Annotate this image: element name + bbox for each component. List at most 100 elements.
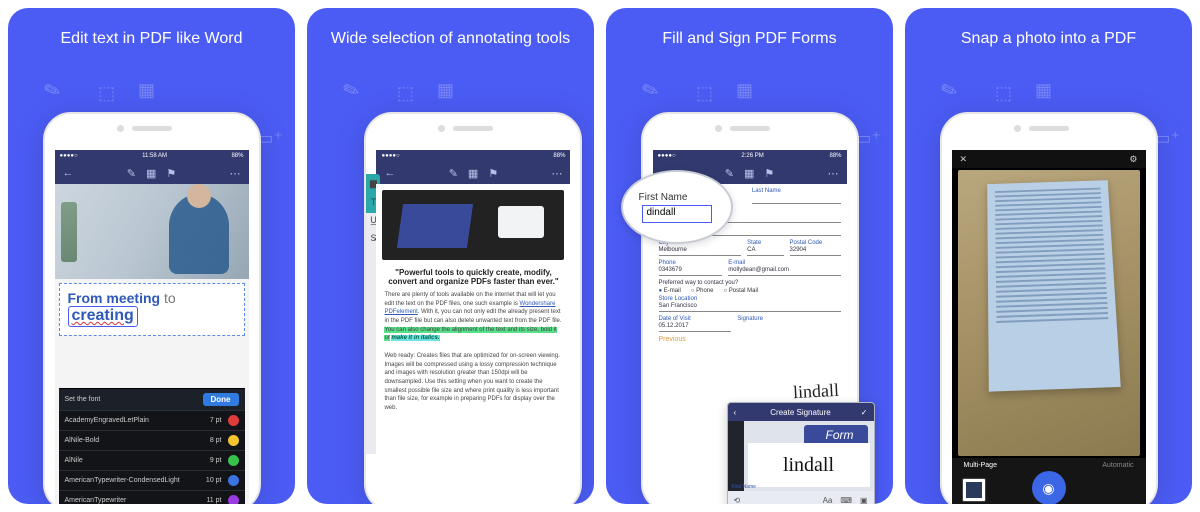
bookmark-icon[interactable]: ⚑ xyxy=(764,167,774,180)
text-style-icon[interactable]: T xyxy=(371,197,377,207)
grid-icon[interactable]: ▦ xyxy=(146,167,156,180)
bookmark-icon[interactable]: ⚑ xyxy=(488,167,498,180)
text-edit-box[interactable]: From meeting to creating xyxy=(59,283,245,336)
date-input[interactable]: 05.12.2017 xyxy=(659,323,732,332)
more-icon[interactable]: ⋯ xyxy=(828,167,839,180)
back-icon[interactable]: ← xyxy=(63,167,74,179)
font-color-swatch[interactable] xyxy=(228,475,239,486)
font-row[interactable]: AlNile-Bold8 pt xyxy=(59,430,245,450)
font-name: AmericanTypewriter-CondensedLight xyxy=(65,477,200,484)
sig-panel-title: Create Signature xyxy=(770,408,830,417)
state-input[interactable]: CA xyxy=(747,247,783,256)
bg-bookmark-icon: ⬚ xyxy=(98,83,115,104)
annotation-toolbar[interactable]: ◎ T ▭ ✎ ✏ ⌫ ✦ 🖌 ⎋ ▆ T U̲ S̶ xyxy=(364,174,366,454)
image-icon[interactable]: ▣ xyxy=(860,496,868,505)
done-button[interactable]: Done xyxy=(203,393,239,406)
bg-pen-icon: ✎ xyxy=(638,76,662,105)
first-name-label: First Name xyxy=(639,192,688,203)
edit-text-cursor[interactable]: creating xyxy=(68,306,138,327)
pref-contact-radios[interactable]: E-mail Phone Postal Mail xyxy=(659,288,841,294)
font-size: 9 pt xyxy=(210,457,222,464)
flash-off-icon[interactable]: ✕ xyxy=(960,154,968,165)
first-name-input[interactable]: dindall xyxy=(642,205,712,223)
sig-label: Signature xyxy=(737,316,840,322)
font-row[interactable]: AmericanTypewriter11 pt xyxy=(59,490,245,504)
more-icon[interactable]: ⋯ xyxy=(551,167,562,180)
phone-mockup: ●●●●○ 11:58 AM 88% ← ✎ ▦ ⚑ ⋯ From mee xyxy=(43,112,261,504)
font-color-swatch[interactable] xyxy=(228,455,239,466)
mode-multipage[interactable]: Multi-Page xyxy=(964,462,997,469)
signature-canvas[interactable]: lindall xyxy=(748,443,870,487)
undo-icon[interactable]: ⟲ xyxy=(734,496,741,505)
carrier-dots: ●●●●○ xyxy=(381,153,399,159)
font-panel-title: Set the font xyxy=(65,396,101,403)
bg-grid-icon: ▦ xyxy=(437,80,454,101)
date-label: Date of Visit xyxy=(659,316,732,322)
font-name: AcademyEngravedLetPlain xyxy=(65,417,204,424)
create-signature-panel: ‹ Create Signature ✓ Form lindall First … xyxy=(727,402,875,504)
keyboard-icon[interactable]: ⌨ xyxy=(840,496,852,505)
font-row[interactable]: AcademyEngravedLetPlain7 pt xyxy=(59,410,245,430)
phone-input[interactable]: 0343679 xyxy=(659,267,723,276)
camera-settings-icon[interactable]: ⚙ xyxy=(1129,154,1137,165)
highlight-cyan[interactable]: make it in italics. xyxy=(391,335,439,341)
bg-bookmark-icon: ⬚ xyxy=(397,83,414,104)
edit-text-prefix: From meeting xyxy=(68,290,161,306)
bg-pen-icon: ✎ xyxy=(937,76,961,105)
bg-bookmark-icon: ⬚ xyxy=(696,83,713,104)
pen-icon[interactable]: ✎ xyxy=(725,167,734,180)
status-time: 2:26 PM xyxy=(741,153,763,159)
sig-back-icon[interactable]: ‹ xyxy=(734,408,737,417)
camera-viewfinder[interactable] xyxy=(958,170,1140,456)
app-toolbar: ← ✎ ▦ ⚑ ⋯ xyxy=(376,162,570,184)
radio-phone[interactable]: Phone xyxy=(691,288,714,294)
promo-card-4: ✎ ⬚ ▦ ▭⁺ Snap a photo into a PDF ✕ ⚙ Mul… xyxy=(905,8,1192,504)
camera-icon: ◉ xyxy=(1042,480,1054,497)
pen-icon[interactable]: ✎ xyxy=(127,167,136,180)
sig-bottom-bar: ⟲ Aa ⌨ ▣ xyxy=(728,491,874,504)
city-input[interactable]: Melbourne xyxy=(659,247,742,256)
grid-icon[interactable]: ▦ xyxy=(468,167,478,180)
pref-contact-label: Preferred way to contact you? xyxy=(659,280,841,286)
bookmark-icon[interactable]: ⚑ xyxy=(166,167,176,180)
font-color-swatch[interactable] xyxy=(228,415,239,426)
sig-confirm-icon[interactable]: ✓ xyxy=(861,408,868,417)
shutter-button[interactable]: ◉ xyxy=(1032,471,1066,504)
status-battery: 88% xyxy=(829,153,841,159)
bg-grid-icon: ▦ xyxy=(736,80,753,101)
signature-image: lindall xyxy=(792,380,839,403)
font-name: AmericanTypewriter xyxy=(65,497,201,504)
phone-label: Phone xyxy=(659,260,723,266)
font-row[interactable]: AmericanTypewriter-CondensedLight 10 pt xyxy=(59,470,245,490)
radio-email[interactable]: E-mail xyxy=(659,288,681,294)
sig-side-toolbar[interactable] xyxy=(728,421,744,491)
email-label: E-mail xyxy=(728,260,840,266)
radio-postal[interactable]: Postal Mail xyxy=(723,288,758,294)
store-label: Store Location xyxy=(659,296,841,302)
font-row[interactable]: AlNile9 pt xyxy=(59,450,245,470)
card-title: Wide selection of annotating tools xyxy=(321,30,580,48)
document-screen: "Powerful tools to quickly create, modif… xyxy=(376,184,570,504)
font-color-swatch[interactable] xyxy=(228,435,239,446)
font-size: 10 pt xyxy=(206,477,222,484)
carrier-dots: ●●●●○ xyxy=(60,153,78,159)
mode-automatic[interactable]: Automatic xyxy=(1102,462,1133,469)
postal-input[interactable]: 32904 xyxy=(790,247,841,256)
font-color-swatch[interactable] xyxy=(228,495,239,504)
doc-body[interactable]: There are plenty of tools available on t… xyxy=(376,288,570,416)
store-input[interactable]: San Francisco xyxy=(659,303,841,312)
style-icon[interactable]: Aa xyxy=(823,496,833,505)
last-name-input[interactable] xyxy=(752,195,841,204)
grid-icon[interactable]: ▦ xyxy=(744,167,754,180)
sig-firstname-hint: First Name xyxy=(732,484,756,490)
last-capture-thumbnail[interactable] xyxy=(962,478,986,502)
email-input[interactable]: mollydean@gmail.com xyxy=(728,267,840,276)
status-bar: ●●●●○ 11:58 AM 88% xyxy=(55,150,249,162)
more-icon[interactable]: ⋯ xyxy=(230,167,241,180)
pen-icon[interactable]: ✎ xyxy=(449,167,458,180)
back-icon[interactable]: ← xyxy=(384,167,395,179)
font-panel: Set the font Done AcademyEngravedLetPlai… xyxy=(59,388,245,504)
status-bar: ●●●●○ 2:26 PM 88% xyxy=(653,150,847,162)
previous-link[interactable]: Previous xyxy=(659,336,841,343)
promo-card-1: ✎ ⬚ ▦ ▭⁺ Edit text in PDF like Word ●●●●… xyxy=(8,8,295,504)
